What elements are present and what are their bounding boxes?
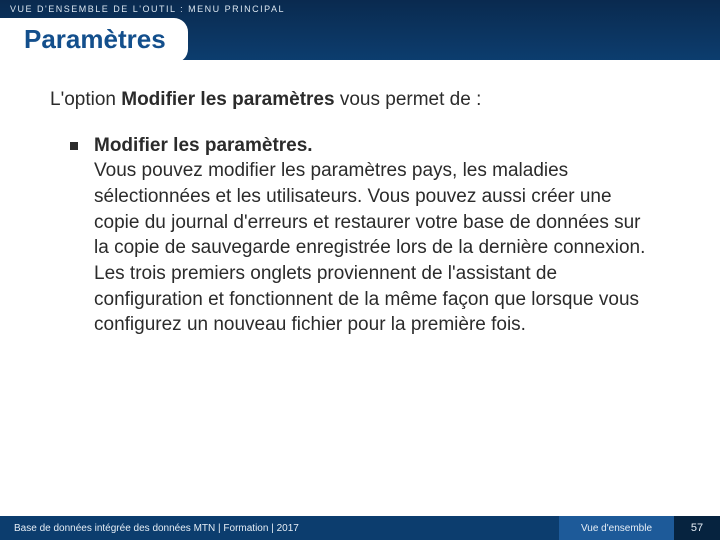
intro-strong: Modifier les paramètres (121, 89, 334, 110)
footer-page-number: 57 (674, 516, 720, 540)
bullet-body: Vous pouvez modifier les paramètres pays… (94, 160, 645, 335)
intro-suffix: vous permet de : (335, 89, 482, 110)
page-title: Paramètres (24, 24, 166, 55)
bullet-text: Modifier les paramètres. Vous pouvez mod… (94, 133, 654, 338)
breadcrumb: VUE D'ENSEMBLE DE L'OUTIL : MENU PRINCIP… (10, 4, 285, 14)
bullet-strong: Modifier les paramètres. (94, 135, 313, 156)
title-pill: Paramètres (0, 18, 188, 63)
intro-prefix: L'option (50, 89, 121, 110)
footer-bar: Base de données intégrée des données MTN… (0, 516, 720, 540)
body-content: L'option Modifier les paramètres vous pe… (50, 88, 680, 338)
bullet-square-icon (70, 142, 78, 150)
slide: VUE D'ENSEMBLE DE L'OUTIL : MENU PRINCIP… (0, 0, 720, 540)
bullet-item: Modifier les paramètres. Vous pouvez mod… (50, 133, 680, 338)
footer-left-text: Base de données intégrée des données MTN… (0, 523, 559, 534)
intro-line: L'option Modifier les paramètres vous pe… (50, 88, 680, 113)
footer-section-label: Vue d'ensemble (559, 516, 674, 540)
